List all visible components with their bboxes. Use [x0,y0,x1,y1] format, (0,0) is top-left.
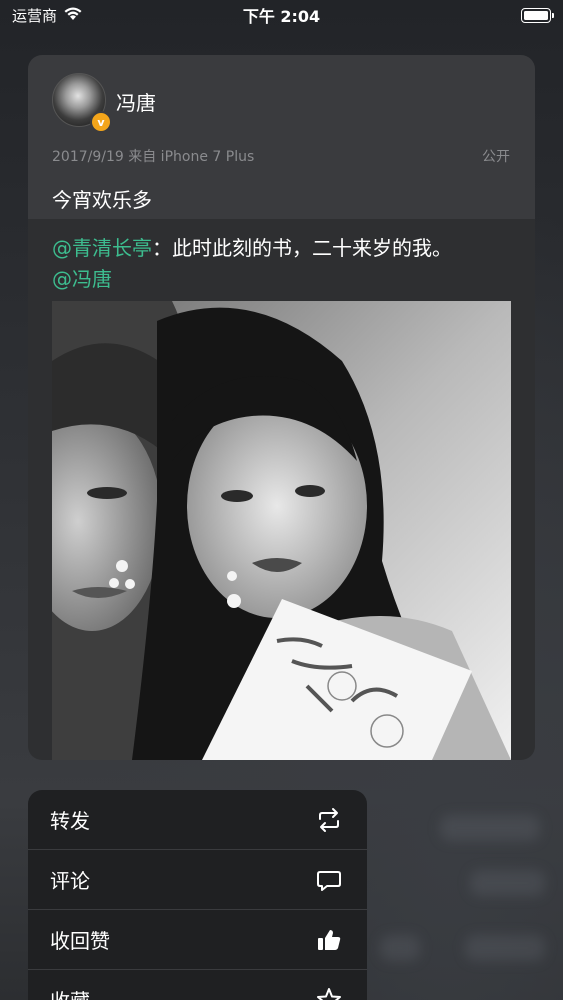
verified-badge-icon: v [90,111,112,133]
star-icon [315,986,343,1000]
menu-item-favorite[interactable]: 收藏 [28,970,367,1000]
author-name[interactable]: 冯唐 [116,87,156,116]
repost-icon [315,806,343,834]
menu-item-unlike[interactable]: 收回赞 [28,910,367,970]
mention-link[interactable]: @冯唐 [52,267,112,291]
background-blur-shape [470,870,545,896]
menu-item-label: 收回赞 [50,929,110,953]
thumbs-up-filled-icon [315,926,343,954]
wifi-icon [63,6,83,25]
comment-icon [315,866,343,894]
post-photo[interactable] [52,301,511,760]
context-menu: 转发 评论 收回赞 [28,790,367,1000]
mention-link[interactable]: @青清长亭 [52,236,152,260]
post-text: 今宵欢乐多 [52,188,152,212]
repost-body: ：此时此刻的书，二十来岁的我。 [152,236,452,260]
background-blur-shape [380,935,420,961]
status-time: 下午 2:04 [242,7,321,26]
post-meta: 2017/9/19 来自 iPhone 7 Plus [52,149,255,165]
photo-illustration [52,301,511,760]
post-visibility: 公开 [482,149,510,165]
menu-item-repost[interactable]: 转发 [28,790,367,850]
screen: 运营商 下午 2:04 v 冯唐 2017/9/19 来自 iPhone 7 P… [0,0,563,1000]
reposted-content[interactable]: @青清长亭：此时此刻的书，二十来岁的我。 @冯唐 [28,219,535,760]
post-header: v 冯唐 2017/9/19 来自 iPhone 7 Plus 公开 今宵欢乐多 [28,55,535,219]
status-bar: 运营商 下午 2:04 [0,0,563,30]
menu-item-label: 评论 [50,869,90,893]
battery-icon [521,7,554,23]
menu-item-comment[interactable]: 评论 [28,850,367,910]
repost-text: @青清长亭：此时此刻的书，二十来岁的我。 @冯唐 [52,233,512,295]
avatar-container[interactable]: v [52,73,112,133]
menu-item-label: 收藏 [50,985,90,1000]
background-blur-shape [465,935,545,961]
background-blur-shape [440,815,540,841]
menu-item-label: 转发 [50,809,90,833]
carrier-label: 运营商 [12,6,58,25]
post-card[interactable]: v 冯唐 2017/9/19 来自 iPhone 7 Plus 公开 今宵欢乐多… [28,55,535,760]
